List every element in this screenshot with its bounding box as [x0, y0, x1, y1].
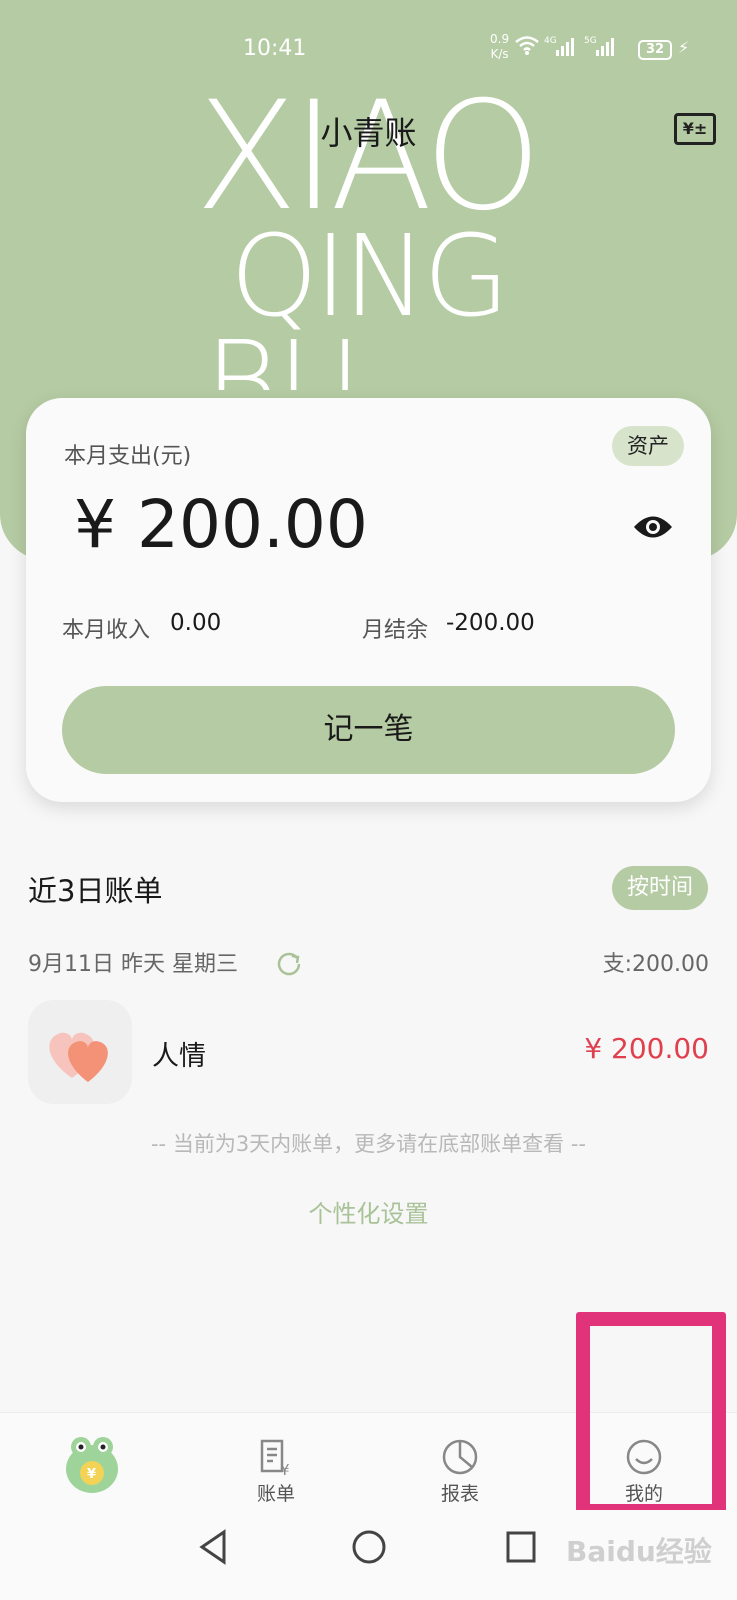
- tab-home[interactable]: ¥: [32, 1413, 152, 1511]
- calculator-icon[interactable]: ¥±: [674, 113, 716, 145]
- monthly-income-label: 本月收入: [62, 618, 151, 643]
- battery-indicator: 32: [638, 40, 672, 60]
- sig2-label: 5G: [584, 36, 597, 46]
- home-icon[interactable]: [350, 1528, 388, 1566]
- baidu-watermark: Baidu经验: [566, 1535, 712, 1568]
- status-bar: 10:41 0.9 K/s 4G 5G 32 ⚡: [0, 30, 737, 70]
- recent-bills-title: 近3日账单: [28, 874, 163, 908]
- svg-text:¥: ¥: [87, 1467, 96, 1482]
- refresh-icon[interactable]: [276, 950, 302, 976]
- recents-icon[interactable]: [504, 1528, 538, 1566]
- day-header: 9月11日 昨天 星期三: [28, 952, 238, 977]
- monthly-summary-card: 本月支出(元) 资产 ¥ 200.00 本月收入 0.00 月结余 -200.0…: [26, 398, 711, 802]
- cell-signal-2-icon: 5G: [584, 36, 614, 56]
- wifi-icon: [515, 36, 539, 55]
- bill-item-amount: ¥ 200.00: [584, 1032, 709, 1065]
- sig1-label: 4G: [544, 36, 557, 46]
- monthly-expense-amount: ¥ 200.00: [74, 486, 368, 563]
- tab-bills[interactable]: ¥ 账单: [216, 1413, 336, 1511]
- status-time: 10:41: [243, 36, 307, 61]
- monthly-expense-label: 本月支出(元): [64, 444, 192, 469]
- heart-icon: [49, 1032, 108, 1082]
- mascot-icon: ¥: [66, 1437, 118, 1493]
- personalize-settings-link[interactable]: 个性化设置: [0, 1194, 737, 1229]
- day-total: 支:200.00: [602, 952, 709, 977]
- tab-reports[interactable]: 报表: [400, 1413, 520, 1511]
- pie-chart-icon: [442, 1439, 478, 1475]
- bottom-tab-bar: ¥ ¥ 账单 报表 我的: [0, 1412, 737, 1510]
- app-title: 小青账: [320, 114, 417, 152]
- net-speed-unit: K/s: [490, 47, 509, 61]
- tab-mine[interactable]: 我的: [584, 1413, 704, 1511]
- bill-icon: ¥: [260, 1439, 290, 1477]
- record-entry-button[interactable]: 记一笔: [62, 686, 675, 774]
- sort-by-time-button[interactable]: 按时间: [612, 866, 708, 910]
- back-icon[interactable]: [196, 1528, 230, 1566]
- assets-button[interactable]: 资产: [612, 426, 684, 466]
- smile-icon: [626, 1439, 662, 1475]
- tab-mine-label: 我的: [624, 1483, 663, 1505]
- svg-text:¥: ¥: [280, 1461, 290, 1477]
- watermark-line-3: BU: [205, 318, 361, 390]
- net-speed: 0.9 K/s: [490, 32, 509, 62]
- tab-bills-label: 账单: [256, 1483, 295, 1505]
- bill-item-name: 人情: [152, 1041, 206, 1072]
- recent-bills-hint: -- 当前为3天内账单，更多请在底部账单查看 --: [150, 1132, 587, 1156]
- tab-reports-label: 报表: [440, 1483, 479, 1505]
- monthly-income-value: 0.00: [170, 610, 222, 636]
- monthly-balance-label: 月结余: [362, 618, 429, 643]
- eye-icon[interactable]: [632, 512, 674, 542]
- charging-icon: ⚡: [678, 38, 690, 57]
- bill-item-icon: [28, 1000, 132, 1104]
- net-speed-value: 0.9: [490, 32, 510, 46]
- monthly-balance-value: -200.00: [446, 610, 535, 636]
- cell-signal-1-icon: 4G: [544, 36, 574, 56]
